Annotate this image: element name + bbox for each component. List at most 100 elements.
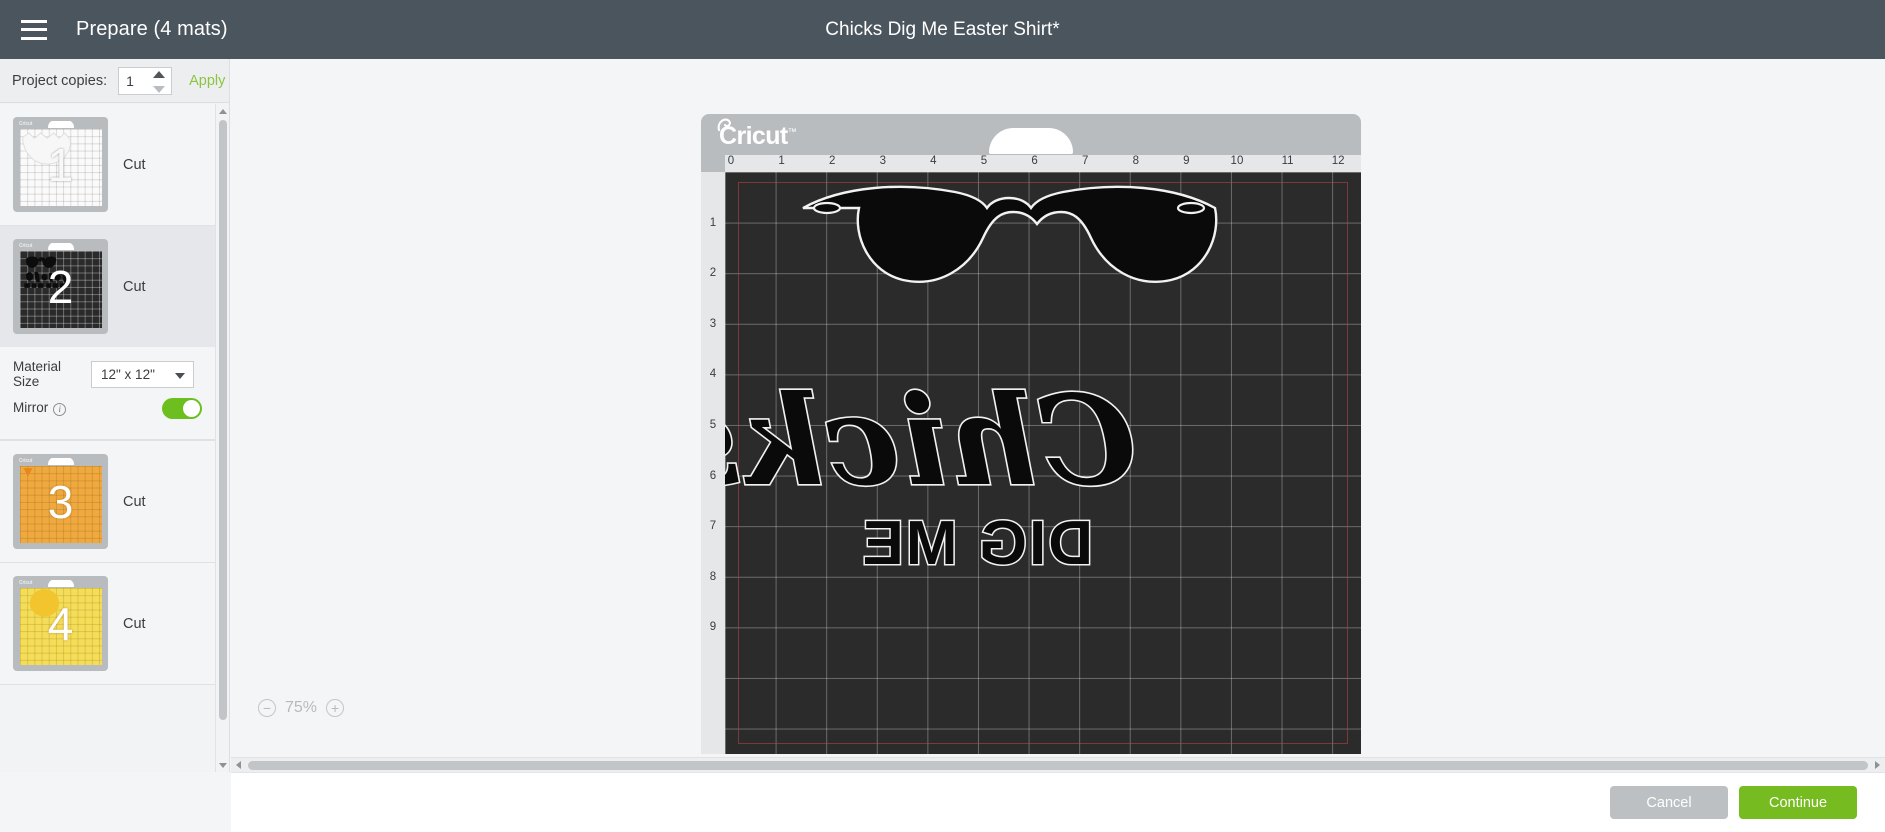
ruler-y-tick: 3: [709, 317, 717, 330]
project-copies-stepper[interactable]: [118, 66, 173, 95]
top-bar: Prepare (4 mats) Chicks Dig Me Easter Sh…: [0, 0, 1885, 59]
design-artwork[interactable]: Chicks DIG ME: [725, 172, 1361, 754]
mat-thumbnail-4[interactable]: Cricut 4: [13, 576, 108, 671]
apply-button[interactable]: Apply: [189, 73, 225, 89]
mat-options: Material Size 12" x 12" Mirror i: [0, 347, 216, 440]
document-title: Chicks Dig Me Easter Shirt*: [825, 18, 1060, 40]
page-title: Prepare (4 mats): [76, 18, 228, 40]
mat-tab-icon: [47, 121, 74, 128]
mat-surface[interactable]: Chicks DIG ME: [725, 172, 1361, 754]
svg-text:DIG ME: DIG ME: [861, 509, 1093, 578]
mat-row[interactable]: Cricut 4 Cut: [0, 563, 216, 684]
mat-preview-canvas: Cricut™ 0 1 2 3 4 5 6 7 8 9 10 11 12 123456789: [231, 59, 1885, 772]
ruler-x-tick: 7: [1081, 155, 1089, 167]
cricut-logo: Cricut™: [719, 122, 797, 151]
mat-action-label: Cut: [123, 156, 146, 173]
ruler-x-tick: 3: [879, 155, 886, 167]
ruler-x-tick: 0: [727, 155, 735, 167]
ruler-y-tick: 7: [709, 520, 717, 533]
zoom-control[interactable]: − 75% +: [258, 699, 345, 717]
ruler-x-tick: 11: [1281, 155, 1294, 167]
ruler-y-tick: 4: [709, 368, 717, 381]
svg-text:Chicks: Chicks: [725, 369, 1136, 514]
mat-list: Cricut 1 Cut Cricut 2 Cut Material Size …: [0, 104, 216, 772]
mat-tab-icon: [47, 243, 74, 250]
material-size-label: Material Size: [13, 359, 62, 389]
mat-thumbnail-1[interactable]: Cricut 1: [13, 117, 108, 212]
ruler-y-tick: 8: [709, 570, 717, 583]
stepper-up-icon[interactable]: [153, 70, 166, 78]
ruler-y-tick: 1: [709, 216, 717, 229]
cricut-wordmark: Cricut: [719, 122, 788, 150]
ruler-x-tick: 1: [778, 155, 785, 167]
scroll-left-icon[interactable]: [231, 758, 246, 773]
chevron-down-icon[interactable]: [175, 372, 185, 379]
mat-row[interactable]: Cricut 3 Cut: [0, 441, 216, 562]
mat-stage: Cricut™ 0 1 2 3 4 5 6 7 8 9 10 11 12 123456789: [701, 114, 1361, 754]
ruler-x-tick: 10: [1230, 155, 1244, 167]
mat-block-2[interactable]: Cricut 2 Cut Material Size 12" x 12" Mir…: [0, 226, 216, 441]
mat-brand-mark: Cricut: [19, 243, 33, 249]
zoom-in-icon[interactable]: +: [326, 699, 345, 717]
toggle-knob: [183, 399, 200, 417]
stepper-arrows[interactable]: [153, 70, 166, 93]
mat-artwork-chick-shell: [22, 132, 71, 165]
canvas-horizontal-scrollbar[interactable]: [231, 757, 1885, 772]
ruler-x-tick: 8: [1132, 155, 1139, 167]
mat-list-scrollbar[interactable]: [215, 104, 229, 772]
material-size-select[interactable]: 12" x 12": [91, 360, 194, 388]
mat-stage-header: Cricut™: [701, 114, 1361, 154]
ruler-x-tick: 9: [1183, 155, 1190, 167]
continue-button[interactable]: Continue: [1739, 786, 1857, 819]
mat-brand-mark: Cricut: [19, 458, 33, 464]
mat-brand-mark: Cricut: [19, 580, 33, 586]
mat-action-label: Cut: [123, 278, 146, 295]
ruler-x-tick: 4: [930, 155, 937, 167]
mat-row[interactable]: Cricut 1 Cut: [0, 104, 216, 225]
project-copies-row: Project copies: Apply: [0, 59, 229, 103]
mat-artwork-beak: [23, 468, 33, 477]
mat-action-label: Cut: [123, 493, 146, 510]
ruler-y-tick: 6: [709, 469, 717, 482]
zoom-level-label: 75%: [285, 699, 318, 716]
mat-tab-shape: [989, 128, 1073, 154]
mat-action-label: Cut: [123, 615, 146, 632]
mat-thumbnail-3[interactable]: Cricut 3: [13, 454, 108, 549]
project-copies-label: Project copies:: [12, 72, 108, 89]
horizontal-ruler: 0 1 2 3 4 5 6 7 8 9 10 11 12: [725, 155, 1361, 172]
ruler-x-tick: 6: [1031, 155, 1038, 167]
info-icon[interactable]: i: [53, 402, 67, 416]
mat-block-4[interactable]: Cricut 4 Cut: [0, 563, 216, 685]
ruler-y-tick: 5: [709, 419, 717, 431]
zoom-out-icon[interactable]: −: [258, 699, 276, 717]
ruler-y-tick: 9: [709, 621, 717, 634]
stepper-down-icon[interactable]: [153, 85, 166, 93]
ruler-x-tick: 2: [828, 155, 836, 167]
footer-bar: Cancel Continue: [231, 772, 1885, 832]
ruler-x-tick: 12: [1331, 155, 1345, 167]
material-size-value: 12" x 12": [101, 366, 155, 382]
mat-artwork-sunglasses-text: [24, 256, 67, 288]
ruler-x-tick: 5: [980, 155, 988, 167]
mat-thumbnail-2[interactable]: Cricut 2: [13, 239, 108, 334]
scroll-up-icon[interactable]: [216, 104, 230, 118]
cancel-button[interactable]: Cancel: [1610, 786, 1728, 819]
mirror-label: Mirror: [13, 400, 49, 416]
hamburger-menu-icon[interactable]: [21, 19, 47, 40]
scrollbar-thumb[interactable]: [219, 120, 227, 720]
mats-panel: Project copies: Apply Cricut: [0, 59, 230, 772]
hscrollbar-thumb[interactable]: [248, 760, 1868, 770]
mirror-row: Mirror i: [13, 391, 216, 425]
vertical-ruler: 1 2 3 4 5 6 7 8 9: [701, 172, 725, 754]
mat-tab-icon: [47, 458, 74, 465]
mat-block-1[interactable]: Cricut 1 Cut: [0, 104, 216, 226]
scroll-right-icon[interactable]: [1870, 758, 1885, 773]
mat-block-3[interactable]: Cricut 3 Cut: [0, 441, 216, 563]
mirror-toggle[interactable]: [162, 397, 202, 419]
scroll-down-icon[interactable]: [216, 758, 230, 772]
project-copies-input[interactable]: [119, 67, 152, 94]
mat-brand-mark: Cricut: [19, 121, 33, 127]
cricut-prepare-screen: Prepare (4 mats) Chicks Dig Me Easter Sh…: [0, 0, 1885, 832]
mat-artwork-chick: [29, 589, 60, 617]
mat-row[interactable]: Cricut 2 Cut: [0, 226, 216, 347]
